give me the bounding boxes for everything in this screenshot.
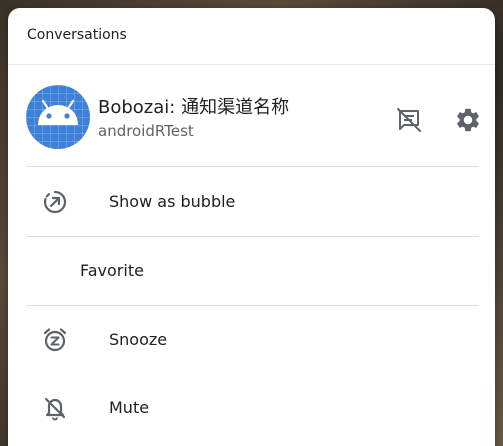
divider — [26, 305, 479, 306]
conversation-notification-button[interactable] — [391, 102, 427, 138]
menu-item-favorite[interactable]: Favorite — [8, 238, 495, 304]
gear-icon — [457, 108, 479, 132]
snooze-alarm-icon — [43, 328, 67, 352]
dialog-title: Conversations — [27, 27, 127, 43]
app-channel-row: Bobozai: 通知渠道名称 androidRTest — [8, 65, 495, 166]
menu-label-mute: Mute — [109, 398, 150, 417]
divider — [26, 236, 479, 237]
notification-off-icon — [397, 108, 421, 132]
conversation-settings-dialog: Conversations Bobozai: 通知渠道名称 androidRTe… — [8, 8, 495, 446]
app-avatar — [26, 85, 90, 149]
app-channel-name: Bobozai: 通知渠道名称 — [98, 97, 290, 118]
menu-item-mute[interactable]: Mute — [8, 375, 495, 441]
menu-label-snooze: Snooze — [109, 330, 168, 349]
android-robot-icon — [38, 99, 78, 125]
settings-button[interactable] — [450, 102, 486, 138]
menu-label-show-as-bubble: Show as bubble — [109, 192, 236, 211]
app-package-name: androidRTest — [98, 122, 194, 140]
menu-label-favorite: Favorite — [80, 261, 144, 280]
dialog-header: Conversations — [8, 8, 495, 65]
menu-item-snooze[interactable]: Snooze — [8, 307, 495, 373]
bubble-icon — [43, 190, 67, 214]
mute-bell-icon — [44, 397, 66, 421]
menu-item-show-as-bubble[interactable]: Show as bubble — [8, 169, 495, 235]
divider — [26, 166, 479, 167]
